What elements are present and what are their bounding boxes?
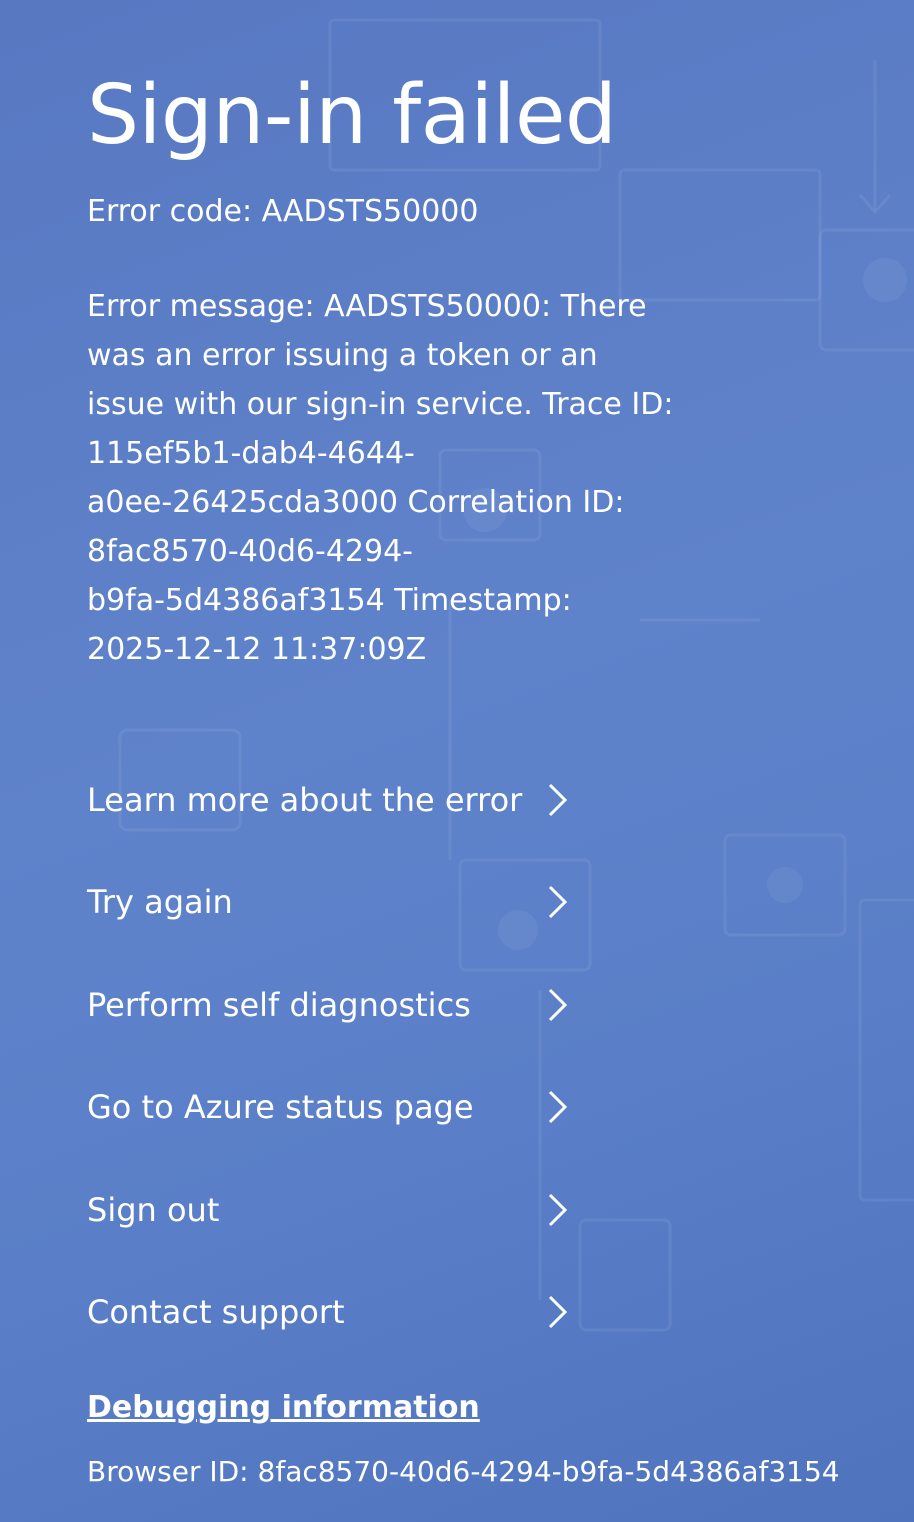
action-label: Go to Azure status page [87, 1088, 474, 1126]
sign-out-link[interactable]: Sign out [87, 1180, 577, 1240]
self-diagnostics-link[interactable]: Perform self diagnostics [87, 975, 577, 1035]
action-label: Try again [87, 883, 233, 921]
chevron-right-icon [548, 1295, 568, 1329]
chevron-right-icon [548, 988, 568, 1022]
chevron-right-icon [548, 885, 568, 919]
page-title: Sign-in failed [87, 68, 617, 163]
browser-id: Browser ID: 8fac8570-40d6-4294-b9fa-5d43… [87, 1455, 840, 1488]
try-again-link[interactable]: Try again [87, 872, 577, 932]
chevron-right-icon [548, 1090, 568, 1124]
action-label: Sign out [87, 1191, 220, 1229]
azure-status-link[interactable]: Go to Azure status page [87, 1077, 577, 1137]
chevron-right-icon [548, 1193, 568, 1227]
learn-more-link[interactable]: Learn more about the error [87, 770, 577, 830]
debugging-information-link[interactable]: Debugging information [87, 1388, 480, 1428]
action-label: Perform self diagnostics [87, 986, 471, 1024]
error-code: Error code: AADSTS50000 [87, 194, 479, 229]
error-message: Error message: AADSTS50000: There was an… [87, 289, 674, 667]
action-label: Learn more about the error [87, 781, 523, 819]
action-label: Contact support [87, 1293, 345, 1331]
contact-support-link[interactable]: Contact support [87, 1282, 577, 1342]
chevron-right-icon [548, 783, 568, 817]
